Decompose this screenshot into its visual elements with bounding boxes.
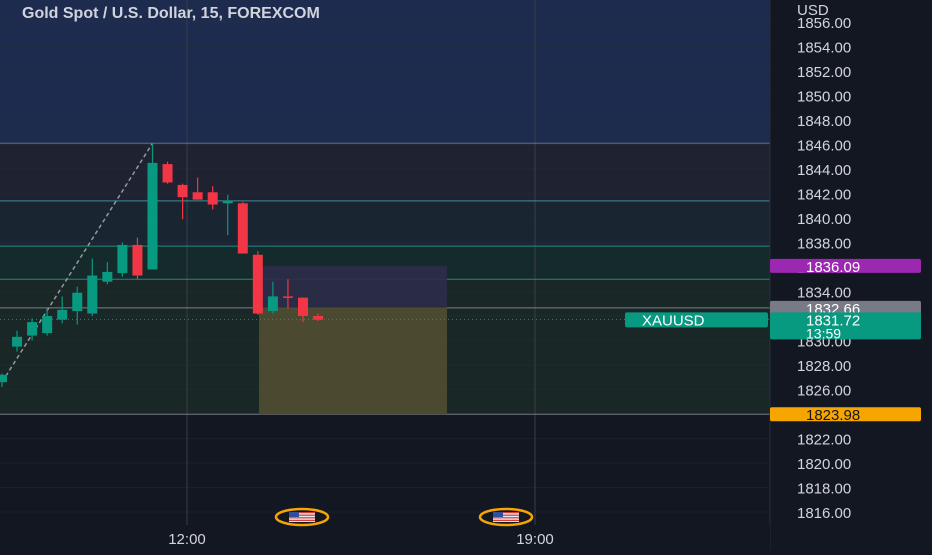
candle-body — [237, 203, 248, 254]
candle-body — [102, 271, 113, 282]
candle-body — [298, 297, 308, 316]
candle-body — [57, 309, 68, 320]
price-tick-label: 1852.00 — [797, 64, 851, 81]
resistance-price-label: 1836.09 — [806, 259, 860, 276]
candle-body — [0, 374, 7, 383]
price-tick-label: 1856.00 — [797, 15, 851, 32]
price-tick-label: 1820.00 — [797, 456, 851, 473]
price-tick-label: 1844.00 — [797, 162, 851, 179]
candle-body — [87, 275, 98, 314]
us-flag-event-icon[interactable] — [274, 507, 330, 527]
price-tick-label: 1816.00 — [797, 505, 851, 522]
candle-body — [177, 184, 188, 198]
price-tick-label: 1834.00 — [797, 285, 851, 302]
candle-body — [12, 336, 23, 347]
candle-body — [313, 316, 324, 320]
zone-band-1 — [0, 143, 770, 201]
chart-window: Gold Spot / U.S. Dollar, 15, FOREXCOM USD… — [0, 0, 932, 550]
price-tick-label: 1818.00 — [797, 481, 851, 498]
candle-body — [42, 316, 53, 334]
price-tick-label: 1826.00 — [797, 383, 851, 400]
candle-body — [222, 200, 233, 204]
countdown-label: 13:59 — [806, 325, 841, 341]
target-price-label: 1823.98 — [806, 407, 860, 424]
symbol-tag: XAUUSD — [642, 312, 705, 329]
candle-body — [72, 292, 83, 312]
us-flag-event-icon[interactable] — [478, 507, 534, 527]
price-tick-label: 1828.00 — [797, 358, 851, 375]
position-profit-zone[interactable] — [259, 307, 447, 415]
candle-body — [192, 192, 203, 200]
price-chart[interactable]: Gold Spot / U.S. Dollar, 15, FOREXCOM USD… — [0, 0, 932, 550]
price-tick-label: 1822.00 — [797, 432, 851, 449]
price-tick-label: 1846.00 — [797, 138, 851, 155]
time-tick-label: 12:00 — [168, 531, 206, 548]
price-tick-label: 1848.00 — [797, 113, 851, 130]
candle-body — [207, 192, 218, 205]
price-tick-label: 1842.00 — [797, 187, 851, 204]
position-risk-zone[interactable] — [259, 265, 447, 308]
time-tick-label: 19:00 — [516, 531, 554, 548]
time-axis-panel[interactable] — [0, 525, 770, 550]
candle-body — [282, 296, 293, 298]
chart-title: Gold Spot / U.S. Dollar, 15, FOREXCOM — [22, 5, 320, 22]
candle-body — [267, 296, 278, 312]
price-tick-label: 1840.00 — [797, 211, 851, 228]
price-tick-label: 1838.00 — [797, 236, 851, 253]
candle-body — [27, 322, 38, 336]
candle-body — [162, 164, 173, 183]
candle-body — [117, 244, 128, 274]
price-tick-label: 1854.00 — [797, 40, 851, 57]
zone-band-2 — [0, 200, 770, 247]
price-tick-label: 1850.00 — [797, 89, 851, 106]
candle-body — [132, 244, 143, 276]
candle-body — [147, 162, 158, 270]
candle-body — [252, 254, 263, 314]
